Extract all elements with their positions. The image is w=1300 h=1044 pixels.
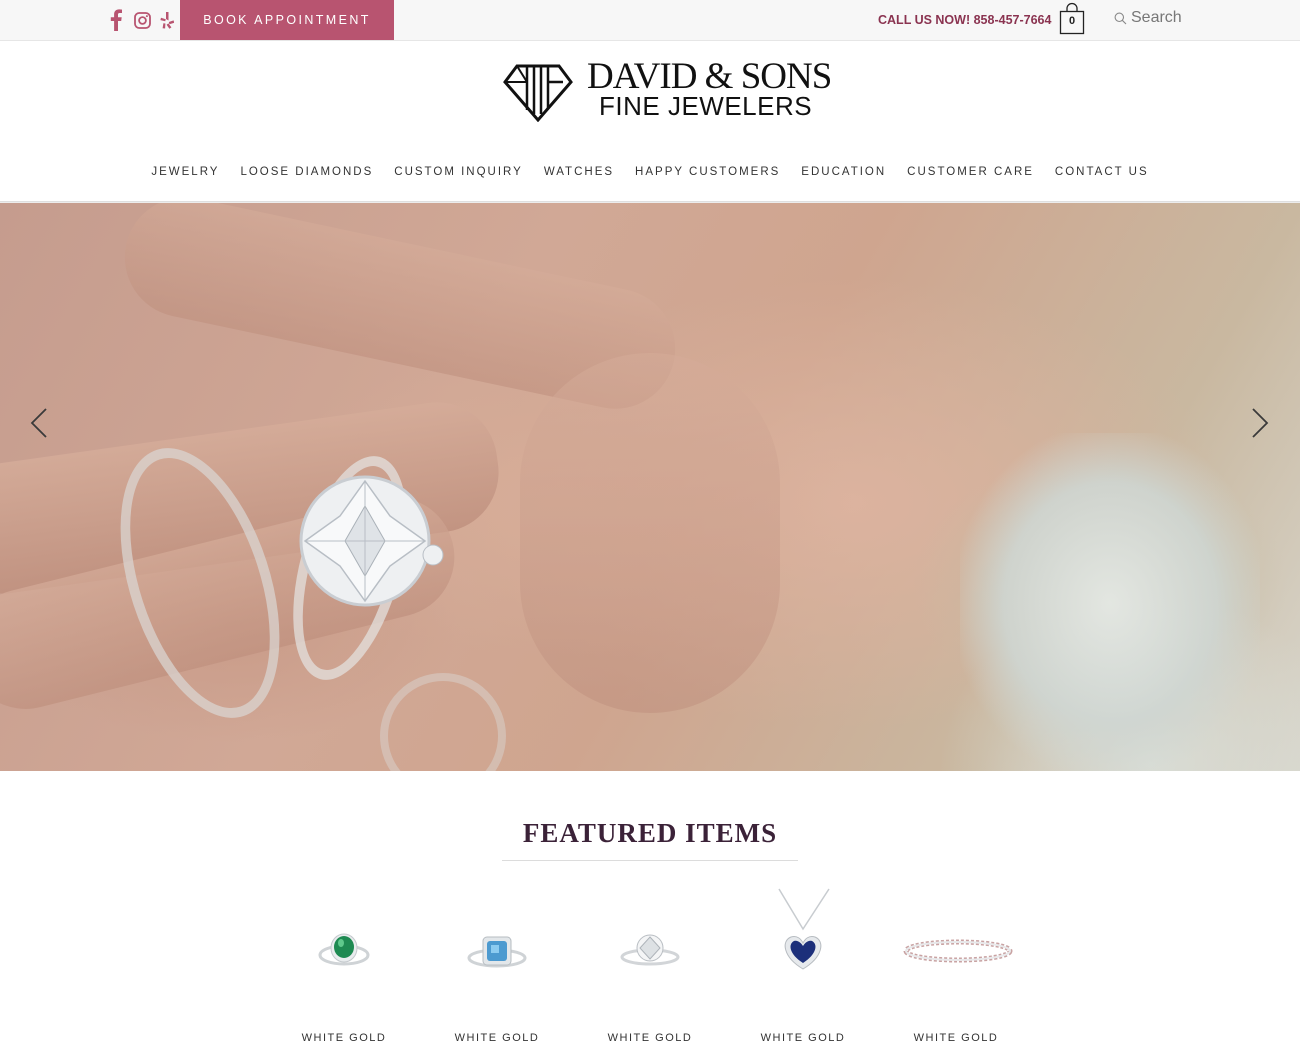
diamond-bracelet-icon [903, 939, 1013, 963]
search-box [1114, 9, 1261, 27]
top-bar: BOOK APPOINTMENT CALL US NOW! 858-457-76… [0, 0, 1300, 41]
hero-next-arrow[interactable] [1240, 403, 1280, 443]
yelp-icon[interactable] [157, 8, 177, 32]
instagram-icon[interactable] [132, 8, 152, 32]
product-card[interactable]: WHITE GOLD [590, 885, 710, 1044]
product-card[interactable]: WHITE GOLD [896, 885, 1016, 1044]
diamond-ring-icon [620, 934, 680, 966]
nav-item-education[interactable]: EDUCATION [801, 160, 886, 184]
hero-prev-arrow[interactable] [19, 403, 59, 443]
featured-divider [502, 860, 798, 861]
product-label: WHITE GOLD [760, 1032, 846, 1044]
hero-image [0, 203, 1300, 771]
nav-item-loose-diamonds[interactable]: LOOSE DIAMONDS [240, 160, 373, 184]
nav-item-custom-inquiry[interactable]: CUSTOM INQUIRY [394, 160, 523, 184]
nav-item-happy-customers[interactable]: HAPPY CUSTOMERS [635, 160, 780, 184]
nav-item-contact-us[interactable]: CONTACT US [1055, 160, 1149, 184]
product-label: WHITE GOLD [913, 1032, 999, 1044]
product-card[interactable]: WHITE GOLD [743, 885, 863, 1044]
facebook-icon[interactable] [106, 8, 126, 32]
sapphire-heart-pendant-icon [778, 888, 830, 970]
search-icon[interactable] [1114, 12, 1127, 25]
chevron-left-icon [30, 408, 47, 438]
product-label: WHITE GOLD [607, 1032, 693, 1044]
aquamarine-ring-icon [467, 936, 527, 968]
emerald-ring-icon [318, 933, 370, 966]
book-appointment-button[interactable]: BOOK APPOINTMENT [180, 0, 394, 40]
call-us-phone-link[interactable]: CALL US NOW! 858-457-7664 [878, 13, 1051, 27]
logo-tagline: FINE JEWELERS [599, 91, 813, 121]
hero-slider[interactable] [0, 203, 1300, 771]
featured-items-heading: FEATURED ITEMS [522, 818, 778, 848]
product-card[interactable]: WHITE GOLD [284, 885, 404, 1044]
chevron-right-icon [1252, 408, 1269, 438]
site-logo[interactable]: DAVID & SONS FINE JEWELERS [503, 58, 832, 122]
main-nav: JEWELRY LOOSE DIAMONDS CUSTOM INQUIRY WA… [0, 160, 1300, 184]
product-label: WHITE GOLD [301, 1032, 387, 1044]
product-label: WHITE GOLD [454, 1032, 540, 1044]
product-card[interactable]: WHITE GOLD [437, 885, 557, 1044]
cart-count: 0 [1068, 15, 1076, 27]
nav-item-jewelry[interactable]: JEWELRY [151, 160, 219, 184]
diamond-logo-icon [503, 64, 573, 122]
nav-item-watches[interactable]: WATCHES [544, 160, 614, 184]
shopping-bag-button[interactable]: 0 [1059, 2, 1085, 36]
nav-item-customer-care[interactable]: CUSTOMER CARE [907, 160, 1034, 184]
search-input[interactable] [1131, 9, 1261, 27]
